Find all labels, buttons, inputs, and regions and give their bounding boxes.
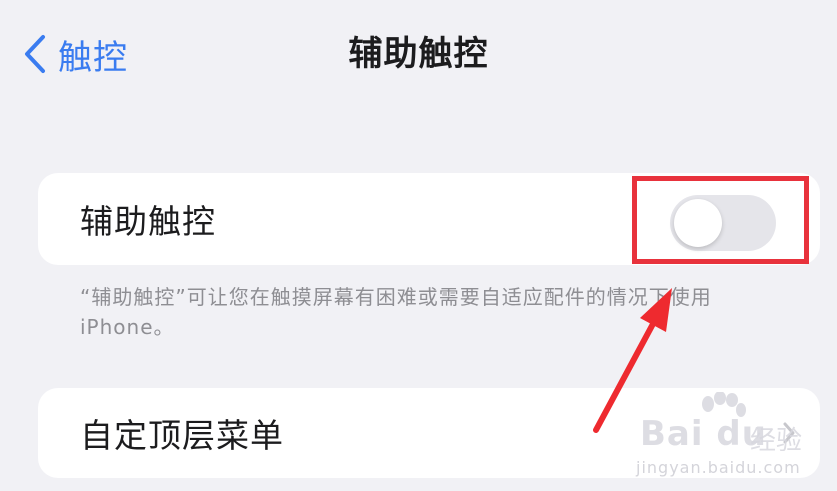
chevron-right-icon xyxy=(782,388,796,478)
page-title: 辅助触控 xyxy=(348,34,489,74)
assistive-touch-toggle[interactable] xyxy=(670,195,776,251)
assistive-touch-label: 辅助触控 xyxy=(80,202,216,241)
assistive-touch-card: 辅助触控 xyxy=(38,173,820,265)
custom-menu-label: 自定顶层菜单 xyxy=(80,416,284,455)
assistive-touch-footnote: “辅助触控”可让您在触摸屏幕有困难或需要自适应配件的情况下使用 iPhone。 xyxy=(80,285,712,339)
toggle-knob xyxy=(674,199,722,247)
custom-menu-row[interactable]: 自定顶层菜单 xyxy=(38,388,820,478)
